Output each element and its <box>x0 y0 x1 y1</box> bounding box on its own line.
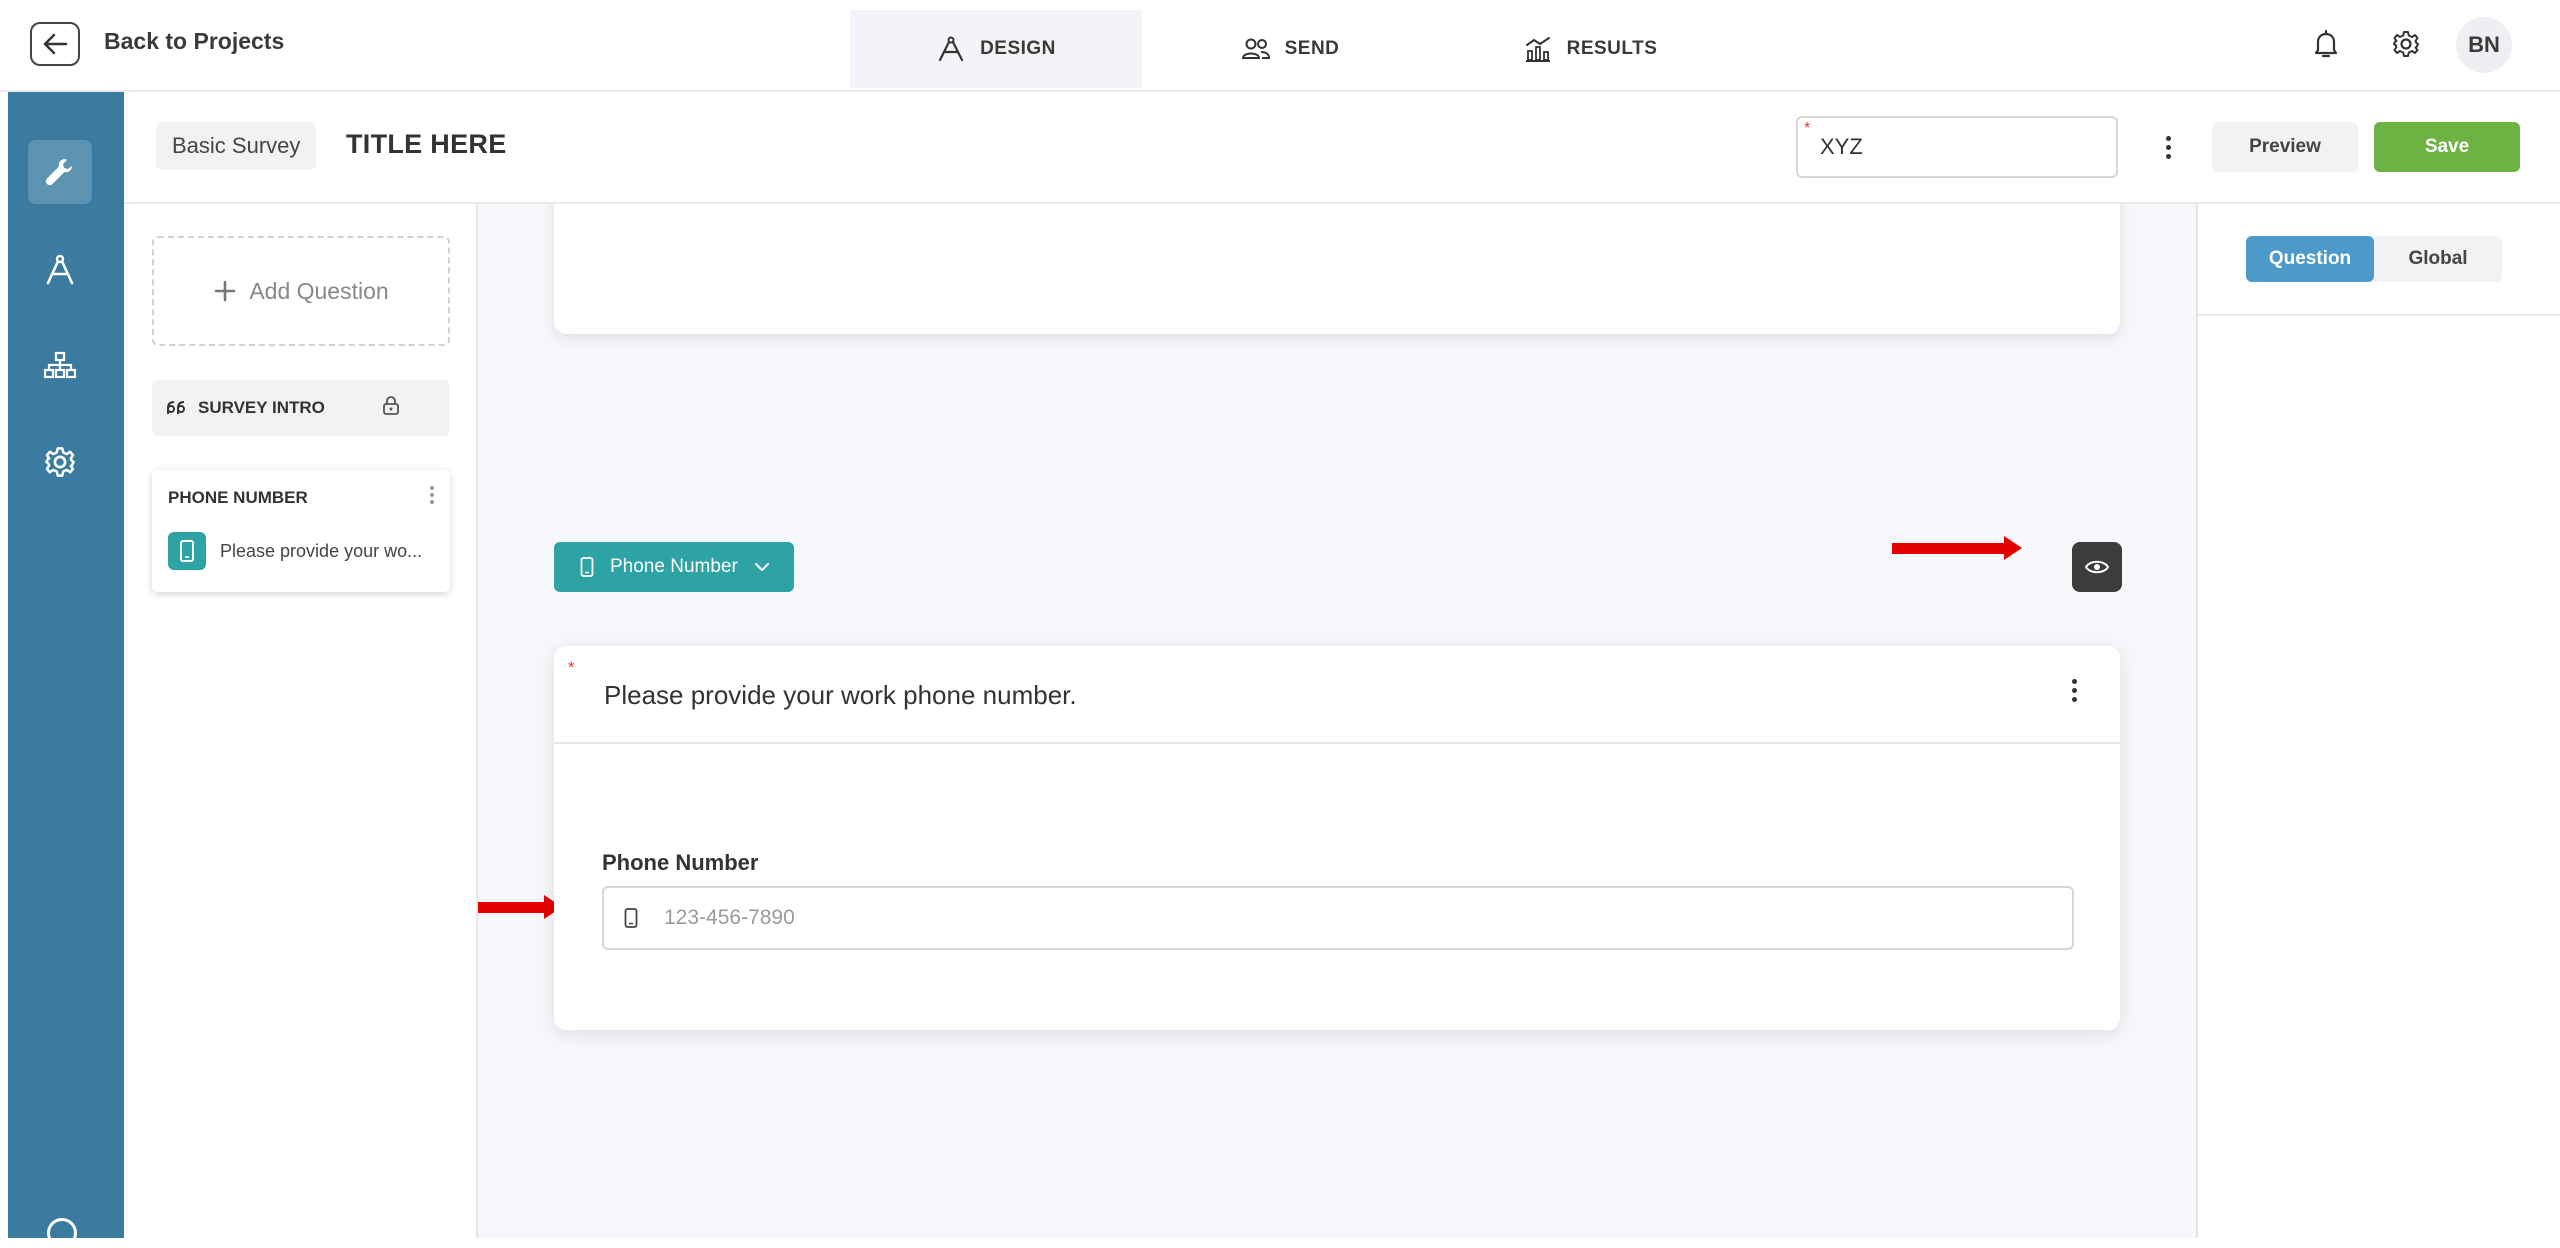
gear-icon <box>45 447 75 477</box>
help-icon[interactable] <box>47 1218 77 1248</box>
compass-icon <box>46 254 74 285</box>
tab-global[interactable]: Global <box>2374 236 2502 282</box>
arrow-left-icon <box>43 33 68 55</box>
rail-item-tools[interactable] <box>28 140 92 204</box>
survey-canvas: Phone Number * Please provide your work … <box>478 204 2196 1238</box>
tab-send[interactable]: SEND <box>1210 10 1370 88</box>
question-type-label: Phone Number <box>610 556 738 577</box>
tab-results[interactable]: RESULTS <box>1500 10 1680 88</box>
question-list-panel: Add Question SURVEY INTRO PHONE NUMBER P… <box>124 204 478 1238</box>
rail-item-settings[interactable] <box>28 430 92 494</box>
settings-button[interactable] <box>2384 22 2428 66</box>
survey-header: Basic Survey TITLE HERE * XYZ Preview Sa… <box>124 92 2560 204</box>
more-options-button[interactable] <box>2148 127 2188 167</box>
question-card-menu-button[interactable] <box>422 482 442 508</box>
properties-tab-switcher: Question Global <box>2246 236 2502 282</box>
preview-button[interactable]: Preview <box>2212 122 2358 172</box>
language-input-value: XYZ <box>1820 134 1863 159</box>
annotation-arrow <box>478 895 562 919</box>
top-navigation-bar: Back to Projects DESIGN SEND RESULTS BN <box>0 0 2560 92</box>
notifications-button[interactable] <box>2304 22 2348 66</box>
sitemap-icon <box>43 351 77 379</box>
question-type-dropdown[interactable]: Phone Number <box>554 542 794 592</box>
question-card-phone-number[interactable]: PHONE NUMBER Please provide your wo... <box>152 470 450 592</box>
previous-question-card[interactable] <box>554 204 2120 334</box>
tab-question[interactable]: Question <box>2246 236 2374 282</box>
required-asterisk: * <box>1804 120 1811 137</box>
survey-intro-item[interactable]: SURVEY INTRO <box>152 380 450 436</box>
save-button[interactable]: Save <box>2374 122 2520 172</box>
gear-icon <box>2393 31 2419 57</box>
question-menu-button[interactable] <box>2054 670 2094 710</box>
add-question-button[interactable]: Add Question <box>152 236 450 346</box>
language-input[interactable]: * XYZ <box>1796 116 2118 178</box>
left-sidebar-rail <box>8 92 124 1248</box>
question-text[interactable]: Please provide your work phone number. <box>604 680 1077 711</box>
phone-icon <box>168 532 206 570</box>
rail-item-design[interactable] <box>28 238 92 302</box>
back-button[interactable] <box>30 22 80 66</box>
phone-field-label: Phone Number <box>602 850 759 875</box>
wrench-icon <box>45 159 72 186</box>
plus-icon <box>215 280 236 302</box>
tab-design-label: DESIGN <box>980 38 1056 59</box>
survey-type-badge[interactable]: Basic Survey <box>156 122 317 170</box>
eye-icon <box>2085 560 2109 574</box>
user-avatar[interactable]: BN <box>2456 17 2512 73</box>
lock-icon <box>383 396 399 415</box>
phone-number-input[interactable]: 123-456-7890 <box>602 886 2074 950</box>
bell-icon <box>2314 29 2338 58</box>
phone-input-placeholder: 123-456-7890 <box>664 906 795 929</box>
rail-item-logic[interactable] <box>28 334 92 398</box>
back-to-projects-link[interactable]: Back to Projects <box>104 28 284 55</box>
preview-visibility-button[interactable] <box>2072 542 2122 592</box>
tab-design[interactable]: DESIGN <box>850 10 1142 88</box>
annotation-arrow <box>1892 536 2022 560</box>
divider <box>554 742 2120 744</box>
question-editor-card[interactable]: * Please provide your work phone number.… <box>554 646 2120 1030</box>
people-icon <box>1241 38 1270 59</box>
tab-send-label: SEND <box>1284 38 1340 59</box>
tab-results-label: RESULTS <box>1566 38 1658 59</box>
chart-icon <box>1525 37 1550 62</box>
add-question-label: Add Question <box>249 277 389 304</box>
properties-panel: Question Global <box>2196 204 2560 1238</box>
compass-icon <box>938 36 964 62</box>
quote-icon <box>166 401 185 414</box>
survey-intro-label: SURVEY INTRO <box>198 398 325 417</box>
phone-icon <box>624 908 638 928</box>
question-card-text: Please provide your wo... <box>220 541 423 561</box>
phone-icon <box>580 557 594 577</box>
divider <box>2198 314 2560 316</box>
question-card-title: PHONE NUMBER <box>168 488 308 507</box>
chevron-down-icon <box>754 563 769 571</box>
required-asterisk: * <box>568 658 575 677</box>
survey-title[interactable]: TITLE HERE <box>346 129 507 160</box>
